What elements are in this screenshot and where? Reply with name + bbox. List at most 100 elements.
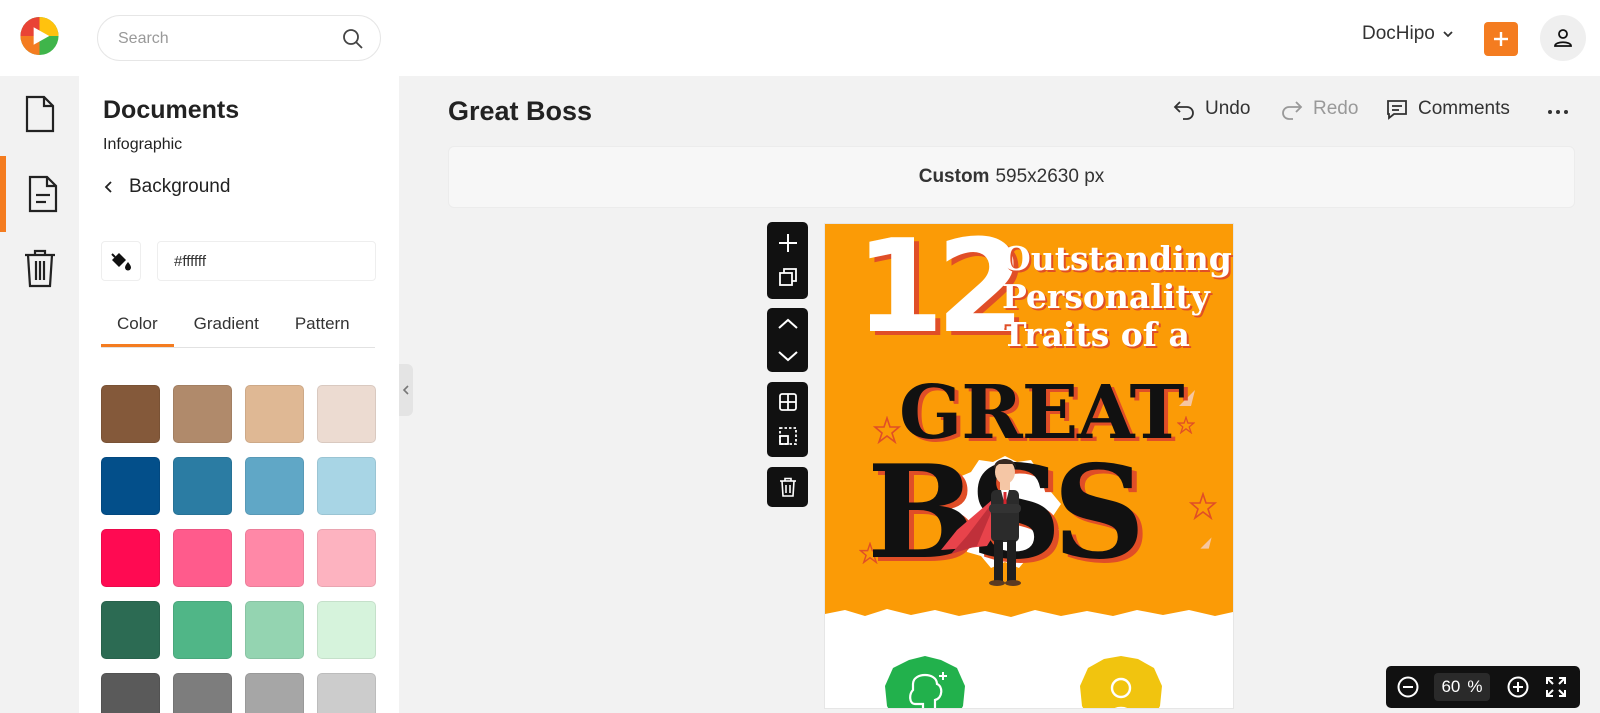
chevron-left-icon (402, 385, 409, 395)
tab-gradient[interactable]: Gradient (178, 308, 275, 347)
page-layout-group (767, 382, 808, 457)
color-swatch[interactable] (173, 529, 232, 587)
zoom-unit: % (1467, 677, 1483, 696)
search-input[interactable] (118, 28, 328, 50)
add-page-button[interactable] (767, 226, 808, 260)
color-swatch[interactable] (317, 601, 376, 659)
color-swatch[interactable] (173, 457, 232, 515)
redo-button[interactable]: Redo (1281, 98, 1358, 120)
size-kind: Custom (918, 166, 990, 187)
color-swatch[interactable] (317, 457, 376, 515)
page-icon (25, 95, 54, 133)
headline-line: Traits of a (1002, 315, 1190, 354)
user-icon (1554, 29, 1572, 47)
chevron-down-icon (1443, 31, 1453, 38)
yellow-person-badge[interactable] (1078, 654, 1164, 708)
user-profile-button[interactable] (1540, 15, 1586, 61)
plus-icon (778, 234, 797, 252)
top-bar: DocHipo (0, 0, 1600, 76)
number-twelve[interactable]: 12 (855, 224, 1025, 352)
trash-icon (779, 477, 796, 497)
color-swatch[interactable] (173, 385, 232, 443)
comment-icon (1387, 100, 1407, 120)
canvas-size-bar[interactable]: Custom 595x2630 px (448, 146, 1575, 208)
add-button[interactable] (1484, 22, 1518, 56)
color-swatch[interactable] (245, 529, 304, 587)
color-swatch[interactable] (101, 601, 160, 659)
undo-label: Undo (1205, 98, 1251, 119)
size-value: 595x2630 px (995, 166, 1105, 187)
chevron-up-icon (777, 318, 798, 329)
search-box[interactable] (97, 15, 381, 61)
color-swatch[interactable] (245, 385, 304, 443)
duplicate-icon (778, 268, 797, 286)
zoom-level[interactable]: 60 % (1434, 673, 1490, 701)
comments-label: Comments (1418, 98, 1510, 119)
color-swatch[interactable] (317, 385, 376, 443)
dochipo-logo-icon[interactable] (19, 15, 60, 57)
undo-button[interactable]: Undo (1173, 98, 1250, 120)
zoom-value: 60 (1441, 677, 1461, 696)
color-swatch[interactable] (101, 529, 160, 587)
businessman-illustration[interactable] (937, 450, 1057, 590)
panel-title: Documents (103, 96, 240, 124)
page-actions-group (767, 222, 808, 299)
background-panel: Documents Infographic Background Color G… (79, 76, 399, 713)
color-swatch[interactable] (101, 673, 160, 713)
paint-bucket-button[interactable] (101, 241, 141, 281)
headline-line: Personality (1002, 277, 1210, 316)
move-page-up-button[interactable] (767, 308, 808, 340)
chevron-down-icon (777, 351, 798, 362)
tab-color[interactable]: Color (101, 308, 174, 347)
resize-icon (778, 427, 797, 445)
green-brain-badge[interactable] (883, 654, 967, 708)
grid-icon (778, 393, 797, 411)
tab-pattern[interactable]: Pattern (279, 308, 366, 347)
fullscreen-icon[interactable] (1544, 675, 1568, 699)
back-label: Background (129, 176, 231, 197)
collapse-panel-handle[interactable] (399, 364, 413, 416)
chevron-left-icon (104, 181, 112, 193)
color-swatch[interactable] (101, 457, 160, 515)
color-swatch[interactable] (173, 673, 232, 713)
color-swatch[interactable] (245, 673, 304, 713)
color-swatch[interactable] (101, 385, 160, 443)
design-canvas[interactable]: 12 Outstanding Personality Traits of a G… (825, 224, 1233, 708)
rail-item-documents[interactable] (0, 156, 79, 232)
comments-button[interactable]: Comments (1386, 98, 1510, 120)
paint-bucket-icon (111, 253, 131, 271)
redo-label: Redo (1313, 98, 1359, 119)
redo-icon (1282, 101, 1303, 120)
zoom-in-icon[interactable] (1506, 675, 1530, 699)
back-to-background-button[interactable]: Background (103, 176, 230, 198)
document-icon (28, 175, 57, 213)
rail-item-pages[interactable] (0, 76, 79, 152)
torn-edge-shape (825, 609, 1233, 624)
color-swatch[interactable] (317, 529, 376, 587)
color-swatch[interactable] (245, 457, 304, 515)
document-title[interactable]: Great Boss (448, 96, 592, 127)
hex-color-input[interactable] (157, 241, 376, 281)
page-move-group (767, 308, 808, 372)
rail-item-trash[interactable] (0, 230, 79, 306)
resize-button[interactable] (767, 419, 808, 453)
undo-icon (1173, 101, 1194, 120)
left-rail (0, 76, 79, 713)
color-swatch[interactable] (173, 601, 232, 659)
duplicate-page-button[interactable] (767, 260, 808, 294)
delete-page-button[interactable] (767, 470, 808, 504)
infographic-header-block[interactable]: 12 Outstanding Personality Traits of a G… (825, 224, 1233, 624)
color-swatch[interactable] (245, 601, 304, 659)
page-delete-group (767, 467, 808, 507)
color-swatch[interactable] (317, 673, 376, 713)
star-decoration-icon (1189, 492, 1217, 520)
move-page-down-button[interactable] (767, 340, 808, 372)
plus-icon (1494, 32, 1508, 46)
headline-text[interactable]: Outstanding Personality Traits of a (1002, 240, 1232, 354)
search-icon[interactable] (341, 27, 365, 51)
grid-button[interactable] (767, 385, 808, 419)
zoom-out-icon[interactable] (1396, 675, 1420, 699)
account-menu[interactable]: DocHipo (1362, 23, 1455, 45)
more-options-icon[interactable] (1546, 100, 1570, 124)
headline-line: Outstanding (1002, 239, 1232, 278)
